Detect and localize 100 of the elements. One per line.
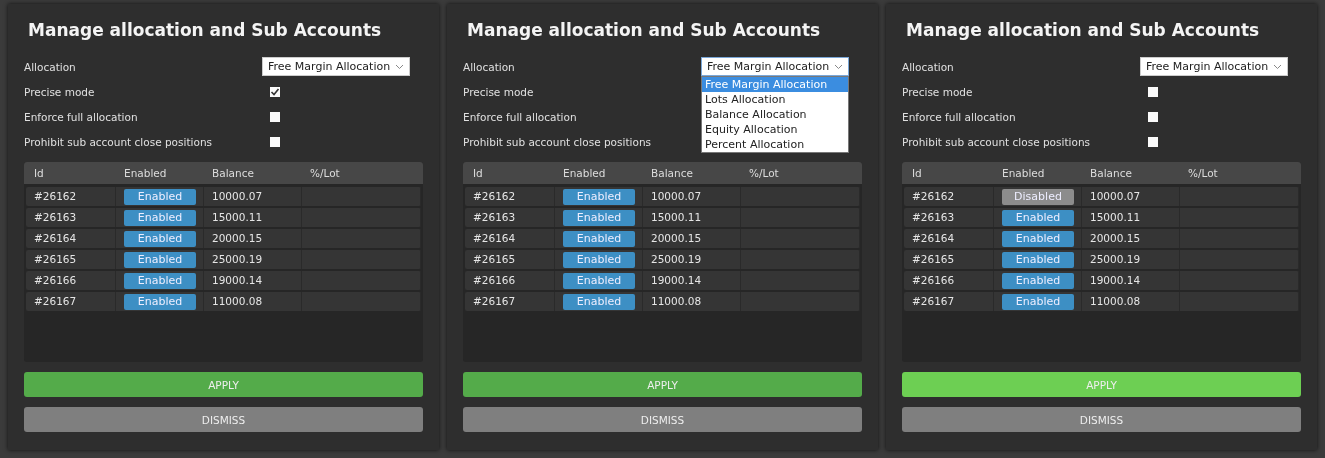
status-toggle[interactable]: Enabled <box>124 188 196 205</box>
checkbox[interactable] <box>270 136 280 147</box>
status-toggle[interactable]: Enabled <box>563 251 635 268</box>
checkbox[interactable] <box>1148 136 1158 147</box>
id-cell: #26165 <box>26 250 116 269</box>
dialog-title: Manage allocation and Sub Accounts <box>28 20 383 40</box>
status-toggle[interactable]: Enabled <box>124 230 196 247</box>
status-toggle[interactable]: Enabled <box>124 251 196 268</box>
balance-cell: 19000.14 <box>1082 271 1180 290</box>
dropdown-option[interactable]: Lots Allocation <box>702 92 849 107</box>
balance-cell: 20000.15 <box>643 229 741 248</box>
id-cell: #26166 <box>904 271 994 290</box>
column-header: Balance <box>1089 167 1133 179</box>
allocation-label: Allocation <box>24 60 77 73</box>
dropdown-option[interactable]: Percent Allocation <box>702 137 849 152</box>
checkbox[interactable] <box>270 86 280 97</box>
chevron-down-icon <box>395 63 405 70</box>
balance-cell: 25000.19 <box>643 250 741 269</box>
chevron-down-icon <box>834 63 844 70</box>
balance-cell: 20000.15 <box>1082 229 1180 248</box>
option-label: Prohibit sub account close positions <box>24 135 213 148</box>
id-cell: #26165 <box>465 250 555 269</box>
column-header: %/Lot <box>309 167 341 179</box>
column-header: Enabled <box>562 167 607 179</box>
option-label: Precise mode <box>463 85 535 98</box>
balance-cell: 19000.14 <box>643 271 741 290</box>
status-toggle[interactable]: Enabled <box>1002 251 1074 268</box>
column-header: Balance <box>650 167 694 179</box>
status-toggle[interactable]: Disabled <box>1002 188 1074 205</box>
column-header: Enabled <box>1001 167 1046 179</box>
status-toggle[interactable]: Enabled <box>1002 230 1074 247</box>
option-label: Enforce full allocation <box>902 110 1017 123</box>
id-cell: #26164 <box>904 229 994 248</box>
balance-cell: 11000.08 <box>204 292 302 311</box>
status-toggle[interactable]: Enabled <box>563 209 635 226</box>
balance-cell: 15000.11 <box>643 208 741 227</box>
id-cell: #26167 <box>465 292 555 311</box>
balance-cell: 15000.11 <box>1082 208 1180 227</box>
id-cell: #26167 <box>904 292 994 311</box>
column-header: %/Lot <box>1187 167 1219 179</box>
id-cell: #26167 <box>26 292 116 311</box>
id-cell: #26164 <box>465 229 555 248</box>
allocation-select[interactable]: Free Margin Allocation <box>262 57 411 76</box>
column-header: %/Lot <box>748 167 780 179</box>
dropdown-option[interactable]: Equity Allocation <box>702 122 849 137</box>
id-cell: #26166 <box>26 271 116 290</box>
dismiss-button[interactable]: DISMISS <box>902 407 1301 432</box>
apply-button[interactable]: APPLY <box>463 372 862 397</box>
option-label: Precise mode <box>24 85 96 98</box>
id-cell: #26164 <box>26 229 116 248</box>
apply-button[interactable]: APPLY <box>902 372 1301 397</box>
balance-cell: 25000.19 <box>204 250 302 269</box>
option-label: Precise mode <box>902 85 974 98</box>
status-toggle[interactable]: Enabled <box>563 293 635 310</box>
status-toggle[interactable]: Enabled <box>563 188 635 205</box>
id-cell: #26166 <box>465 271 555 290</box>
column-header: Id <box>911 167 923 179</box>
status-toggle[interactable]: Enabled <box>563 272 635 289</box>
option-label: Prohibit sub account close positions <box>463 135 652 148</box>
column-header: Id <box>33 167 45 179</box>
id-cell: #26165 <box>904 250 994 269</box>
allocation-select[interactable]: Free Margin Allocation <box>701 57 850 76</box>
column-header: Id <box>472 167 484 179</box>
dropdown-option[interactable]: Free Margin Allocation <box>702 77 849 92</box>
status-toggle[interactable]: Enabled <box>563 230 635 247</box>
balance-cell: 15000.11 <box>204 208 302 227</box>
dismiss-button[interactable]: DISMISS <box>463 407 862 432</box>
checkbox[interactable] <box>270 111 280 122</box>
dialog-title: Manage allocation and Sub Accounts <box>906 20 1261 40</box>
checkbox[interactable] <box>1148 111 1158 122</box>
id-cell: #26162 <box>465 187 555 206</box>
status-toggle[interactable]: Enabled <box>1002 209 1074 226</box>
apply-button[interactable]: APPLY <box>24 372 423 397</box>
dialog-title: Manage allocation and Sub Accounts <box>467 20 822 40</box>
column-header: Balance <box>211 167 255 179</box>
checkbox[interactable] <box>1148 86 1158 97</box>
dismiss-button[interactable]: DISMISS <box>24 407 423 432</box>
balance-cell: 11000.08 <box>643 292 741 311</box>
dropdown-option[interactable]: Balance Allocation <box>702 107 849 122</box>
status-toggle[interactable]: Enabled <box>1002 293 1074 310</box>
id-cell: #26163 <box>26 208 116 227</box>
status-toggle[interactable]: Enabled <box>124 293 196 310</box>
allocation-label: Allocation <box>463 60 516 73</box>
status-toggle[interactable]: Enabled <box>124 209 196 226</box>
balance-cell: 10000.07 <box>643 187 741 206</box>
option-label: Enforce full allocation <box>463 110 578 123</box>
allocation-select[interactable]: Free Margin Allocation <box>1140 57 1289 76</box>
balance-cell: 20000.15 <box>204 229 302 248</box>
id-cell: #26163 <box>465 208 555 227</box>
status-toggle[interactable]: Enabled <box>124 272 196 289</box>
id-cell: #26162 <box>26 187 116 206</box>
column-header: Enabled <box>123 167 168 179</box>
option-label: Prohibit sub account close positions <box>902 135 1091 148</box>
chevron-down-icon <box>1273 63 1283 70</box>
id-cell: #26163 <box>904 208 994 227</box>
status-toggle[interactable]: Enabled <box>1002 272 1074 289</box>
balance-cell: 25000.19 <box>1082 250 1180 269</box>
balance-cell: 11000.08 <box>1082 292 1180 311</box>
allocation-label: Allocation <box>902 60 955 73</box>
balance-cell: 10000.07 <box>204 187 302 206</box>
